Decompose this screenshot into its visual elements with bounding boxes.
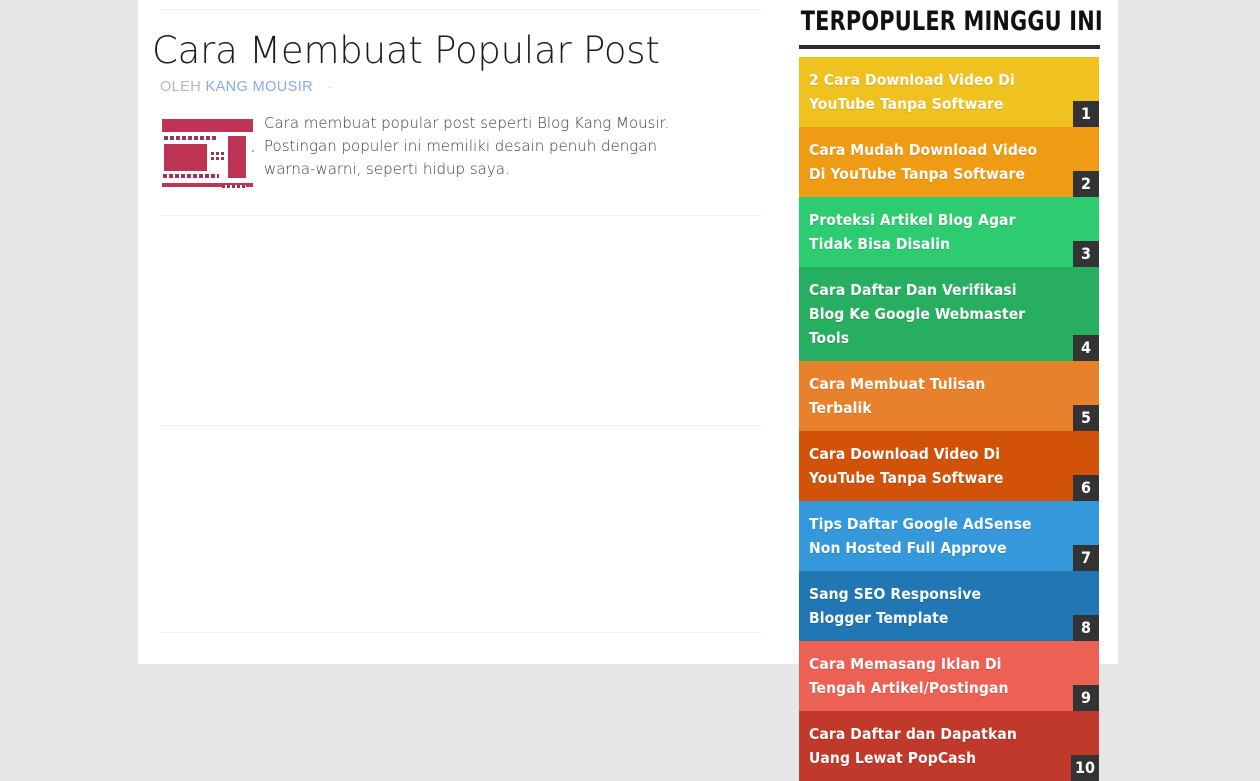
popular-post-item[interactable]: Cara Mudah Download Video Di YouTube Tan… — [799, 127, 1099, 197]
popular-post-title[interactable]: Cara Membuat Tulisan Terbalik — [809, 372, 1043, 420]
popular-post-title[interactable]: 2 Cara Download Video Di YouTube Tanpa S… — [809, 68, 1043, 116]
byline-author-link[interactable]: KANG MOUSIR — [206, 79, 314, 95]
popular-post-item[interactable]: Cara Download Video Di YouTube Tanpa Sof… — [799, 431, 1099, 501]
popular-post-item[interactable]: 2 Cara Download Video Di YouTube Tanpa S… — [799, 57, 1099, 127]
popular-post-rank-badge: 1 — [1073, 101, 1099, 127]
thumbnail-image-block — [164, 144, 207, 171]
post-snippet: Cara membuat popular post seperti Blog K… — [264, 114, 670, 178]
popular-post-item[interactable]: Proteksi Artikel Blog Agar Tidak Bisa Di… — [799, 197, 1099, 267]
thumbnail-text-line-2 — [211, 152, 225, 155]
popular-post-title[interactable]: Cara Daftar dan Dapatkan Uang Lewat PopC… — [809, 722, 1043, 770]
post-title[interactable]: Cara Membuat Popular Post — [152, 30, 660, 72]
popular-post-title[interactable]: Proteksi Artikel Blog Agar Tidak Bisa Di… — [809, 208, 1043, 256]
popular-posts-list: 2 Cara Download Video Di YouTube Tanpa S… — [799, 57, 1099, 781]
popular-post-item[interactable]: Cara Membuat Tulisan Terbalik 5 — [799, 361, 1099, 431]
byline-separator: · — [327, 79, 333, 94]
divider-2 — [160, 425, 762, 426]
thumbnail-caption-line — [222, 185, 246, 188]
thumbnail-text-line-4 — [163, 174, 219, 178]
popular-post-title[interactable]: Cara Daftar Dan Verifikasi Blog Ke Googl… — [809, 278, 1043, 350]
popular-post-item[interactable]: Cara Daftar Dan Verifikasi Blog Ke Googl… — [799, 267, 1099, 361]
popular-post-title[interactable]: Sang SEO Responsive Blogger Template — [809, 582, 1043, 630]
byline-prefix: OLEH — [160, 79, 202, 95]
thumbnail-side-block — [228, 136, 246, 178]
popular-post-rank-badge: 8 — [1073, 615, 1099, 641]
post-byline: OLEH KANG MOUSIR · — [160, 79, 332, 95]
popular-post-rank-badge: 2 — [1073, 171, 1099, 197]
popular-post-item[interactable]: Sang SEO Responsive Blogger Template 8 — [799, 571, 1099, 641]
page-wrap: Cara Membuat Popular Post OLEH KANG MOUS… — [0, 0, 1260, 781]
popular-post-item[interactable]: Cara Daftar dan Dapatkan Uang Lewat PopC… — [799, 711, 1099, 781]
popular-post-title[interactable]: Cara Download Video Di YouTube Tanpa Sof… — [809, 442, 1043, 490]
thumbnail-text-line-1 — [164, 136, 216, 140]
widget-title-underline — [799, 45, 1100, 49]
popular-post-title[interactable]: Cara Memasang Iklan Di Tengah Artikel/Po… — [809, 652, 1043, 700]
divider-top — [160, 9, 762, 10]
popular-post-rank-badge: 3 — [1073, 241, 1099, 267]
popular-post-rank-badge: 9 — [1073, 685, 1099, 711]
thumbnail-text-line-3 — [211, 157, 225, 160]
thumbnail-top-bar — [162, 119, 253, 132]
popular-post-title[interactable]: Cara Mudah Download Video Di YouTube Tan… — [809, 138, 1043, 186]
divider-1 — [160, 215, 762, 216]
popular-posts-widget-title: TERPOPULER MINGGU INI — [800, 6, 1103, 37]
popular-post-item[interactable]: Tips Daftar Google AdSense Non Hosted Fu… — [799, 501, 1099, 571]
popular-post-rank-badge: 7 — [1073, 545, 1099, 571]
bullet-dot — [252, 150, 254, 152]
popular-post-item[interactable]: Cara Memasang Iklan Di Tengah Artikel/Po… — [799, 641, 1099, 711]
popular-post-rank-badge: 10 — [1071, 755, 1099, 781]
popular-post-rank-badge: 5 — [1073, 405, 1099, 431]
popular-post-rank-badge: 6 — [1073, 475, 1099, 501]
divider-3 — [160, 632, 762, 633]
post-thumbnail-image[interactable] — [162, 119, 253, 189]
popular-post-rank-badge: 4 — [1073, 335, 1099, 361]
popular-post-title[interactable]: Tips Daftar Google AdSense Non Hosted Fu… — [809, 512, 1043, 560]
